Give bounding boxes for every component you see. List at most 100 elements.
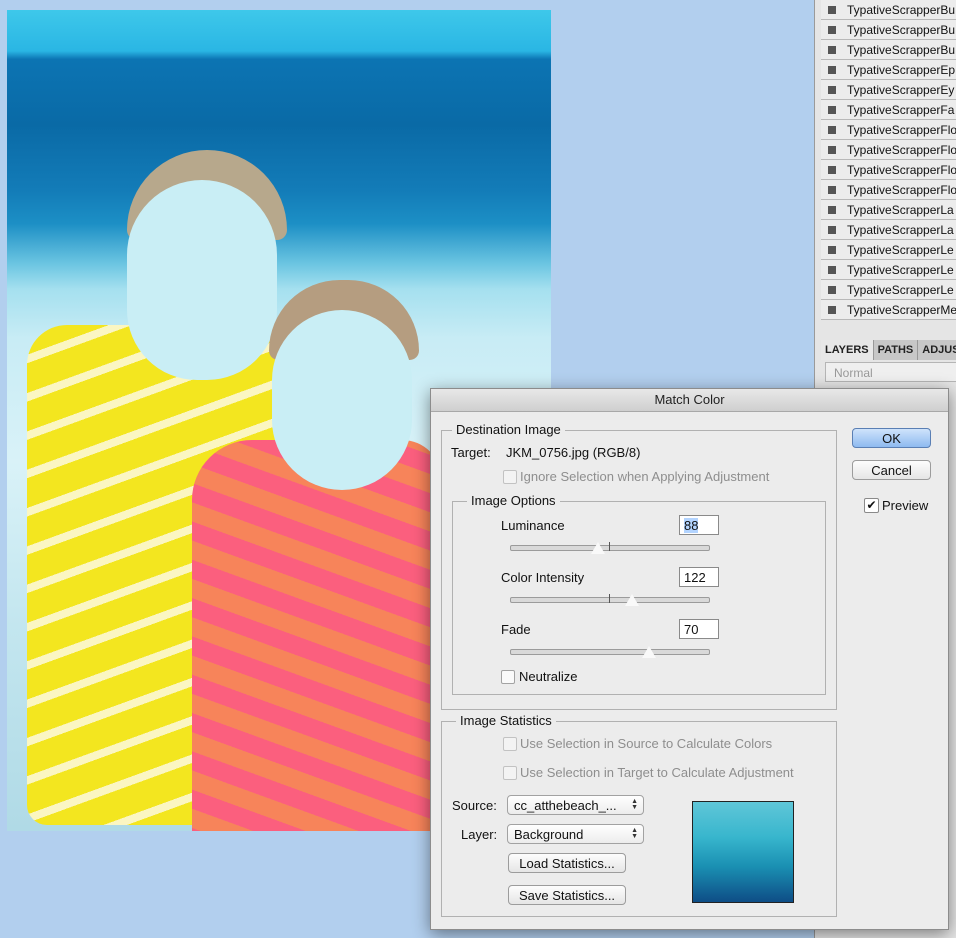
target-value: JKM_0756.jpg (RGB/8) — [506, 445, 641, 460]
destination-legend: Destination Image — [452, 422, 565, 437]
luminance-input[interactable]: 88 — [679, 515, 719, 535]
color-intensity-input[interactable]: 122 — [679, 567, 719, 587]
updown-arrows-icon: ▲ ▼ — [631, 798, 638, 811]
layer-name: TypativeScrapperLe — [847, 262, 954, 277]
luminance-default-tick — [609, 542, 610, 551]
fade-input[interactable]: 70 — [679, 619, 719, 639]
use-target-selection-checkbox[interactable] — [503, 766, 517, 780]
layer-row[interactable]: TypativeScrapperFa — [821, 100, 956, 120]
layer-label: Layer: — [461, 827, 498, 842]
layer-name: TypativeScrapperMe — [847, 302, 956, 317]
use-target-selection-label: Use Selection in Target to Calculate Adj… — [520, 765, 794, 780]
layer-thumbnail-icon — [828, 265, 836, 274]
updown-arrows-icon: ▲ ▼ — [631, 827, 638, 840]
luminance-slider-track[interactable] — [510, 545, 710, 551]
color-intensity-slider-thumb[interactable] — [624, 593, 640, 606]
layer-thumbnail-icon — [828, 85, 836, 94]
use-source-selection-checkbox[interactable] — [503, 737, 517, 751]
target-label: Target: — [451, 445, 491, 460]
layer-row[interactable]: TypativeScrapperFlo — [821, 180, 956, 200]
layer-row[interactable]: TypativeScrapperLa — [821, 200, 956, 220]
layer-name: TypativeScrapperLa — [847, 222, 954, 237]
source-select[interactable]: cc_atthebeach_... ▲ ▼ — [507, 795, 644, 815]
checkmark-icon: ✔ — [866, 498, 877, 512]
layer-name: TypativeScrapperFa — [847, 102, 955, 117]
luminance-slider-thumb[interactable] — [590, 541, 606, 554]
layer-thumbnail-icon — [828, 245, 836, 254]
layer-thumbnail-icon — [828, 65, 836, 74]
use-source-selection-label: Use Selection in Source to Calculate Col… — [520, 736, 773, 751]
layer-row[interactable]: TypativeScrapperEy — [821, 80, 956, 100]
layer-name: TypativeScrapperEp — [847, 62, 956, 77]
layer-name: TypativeScrapperBu — [847, 2, 956, 17]
ignore-selection-checkbox[interactable] — [503, 470, 517, 484]
ok-button[interactable]: OK — [852, 428, 931, 448]
color-intensity-slider-track[interactable] — [510, 597, 710, 603]
layer-name: TypativeScrapperLe — [847, 282, 954, 297]
boy1-face — [127, 180, 277, 380]
layer-thumbnail-icon — [828, 45, 836, 54]
layer-name: TypativeScrapperFlo — [847, 182, 956, 197]
layer-name: TypativeScrapperBu — [847, 42, 956, 57]
neutralize-checkbox[interactable] — [501, 670, 515, 684]
layer-name: TypativeScrapperBu — [847, 22, 956, 37]
source-image-thumbnail — [692, 801, 794, 903]
layer-row[interactable]: TypativeScrapperBu — [821, 0, 956, 20]
layer-row[interactable]: TypativeScrapperLe — [821, 240, 956, 260]
layer-thumbnail-icon — [828, 5, 836, 14]
color-intensity-value: 122 — [684, 570, 706, 585]
layer-thumbnail-icon — [828, 165, 836, 174]
image-options-legend: Image Options — [467, 493, 560, 508]
cancel-button[interactable]: Cancel — [852, 460, 931, 480]
layer-row[interactable]: TypativeScrapperFlo — [821, 140, 956, 160]
image-statistics-group: Image Statistics Use Selection in Source… — [441, 713, 837, 917]
layer-name: TypativeScrapperFlo — [847, 142, 956, 157]
preview-label: Preview — [882, 498, 929, 513]
neutralize-label: Neutralize — [519, 669, 578, 684]
layer-row[interactable]: TypativeScrapperFlo — [821, 120, 956, 140]
layer-thumbnail-icon — [828, 185, 836, 194]
image-statistics-legend: Image Statistics — [456, 713, 556, 728]
layer-name: TypativeScrapperFlo — [847, 162, 956, 177]
tab-layers[interactable]: LAYERS — [821, 340, 874, 360]
layer-row[interactable]: TypativeScrapperLe — [821, 260, 956, 280]
layer-thumbnail-icon — [828, 205, 836, 214]
layer-name: TypativeScrapperLe — [847, 242, 954, 257]
dialog-title: Match Color — [431, 389, 948, 412]
layer-thumbnail-icon — [828, 285, 836, 294]
layer-row[interactable]: TypativeScrapperLe — [821, 280, 956, 300]
source-label: Source: — [452, 798, 497, 813]
save-statistics-button[interactable]: Save Statistics... — [508, 885, 626, 905]
layer-thumbnail-icon — [828, 105, 836, 114]
tab-adjustments[interactable]: ADJUS — [918, 340, 956, 360]
layer-row[interactable]: TypativeScrapperBu — [821, 40, 956, 60]
layer-name: TypativeScrapperFlo — [847, 122, 956, 137]
fade-slider-track[interactable] — [510, 649, 710, 655]
layer-thumbnail-icon — [828, 145, 836, 154]
pink-towel — [192, 440, 442, 831]
layer-row[interactable]: TypativeScrapperBu — [821, 20, 956, 40]
load-statistics-button[interactable]: Load Statistics... — [508, 853, 626, 873]
tab-paths[interactable]: PATHS — [874, 340, 919, 360]
layer-row[interactable]: TypativeScrapperMe — [821, 300, 956, 320]
source-value: cc_atthebeach_... — [514, 798, 617, 813]
fade-value: 70 — [684, 622, 699, 637]
layer-list: TypativeScrapperBu TypativeScrapperBu Ty… — [821, 0, 956, 320]
blend-mode-select[interactable]: Normal — [825, 362, 956, 382]
layer-row[interactable]: TypativeScrapperFlo — [821, 160, 956, 180]
color-intensity-label: Color Intensity — [501, 570, 585, 585]
layer-name: TypativeScrapperLa — [847, 202, 954, 217]
fade-slider-thumb[interactable] — [641, 645, 657, 658]
layer-row[interactable]: TypativeScrapperEp — [821, 60, 956, 80]
layer-select[interactable]: Background ▲ ▼ — [507, 824, 644, 844]
layer-thumbnail-icon — [828, 225, 836, 234]
layer-row[interactable]: TypativeScrapperLa — [821, 220, 956, 240]
preview-checkbox[interactable]: ✔ — [864, 498, 879, 513]
boy2-face — [272, 310, 412, 490]
layer-thumbnail-icon — [828, 305, 836, 314]
layer-value: Background — [514, 827, 584, 842]
layer-name: TypativeScrapperEy — [847, 82, 955, 97]
color-intensity-default-tick — [609, 594, 610, 603]
image-options-group: Image Options Luminance 88 Color Intensi… — [452, 493, 826, 695]
ignore-selection-label: Ignore Selection when Applying Adjustmen… — [520, 469, 770, 484]
